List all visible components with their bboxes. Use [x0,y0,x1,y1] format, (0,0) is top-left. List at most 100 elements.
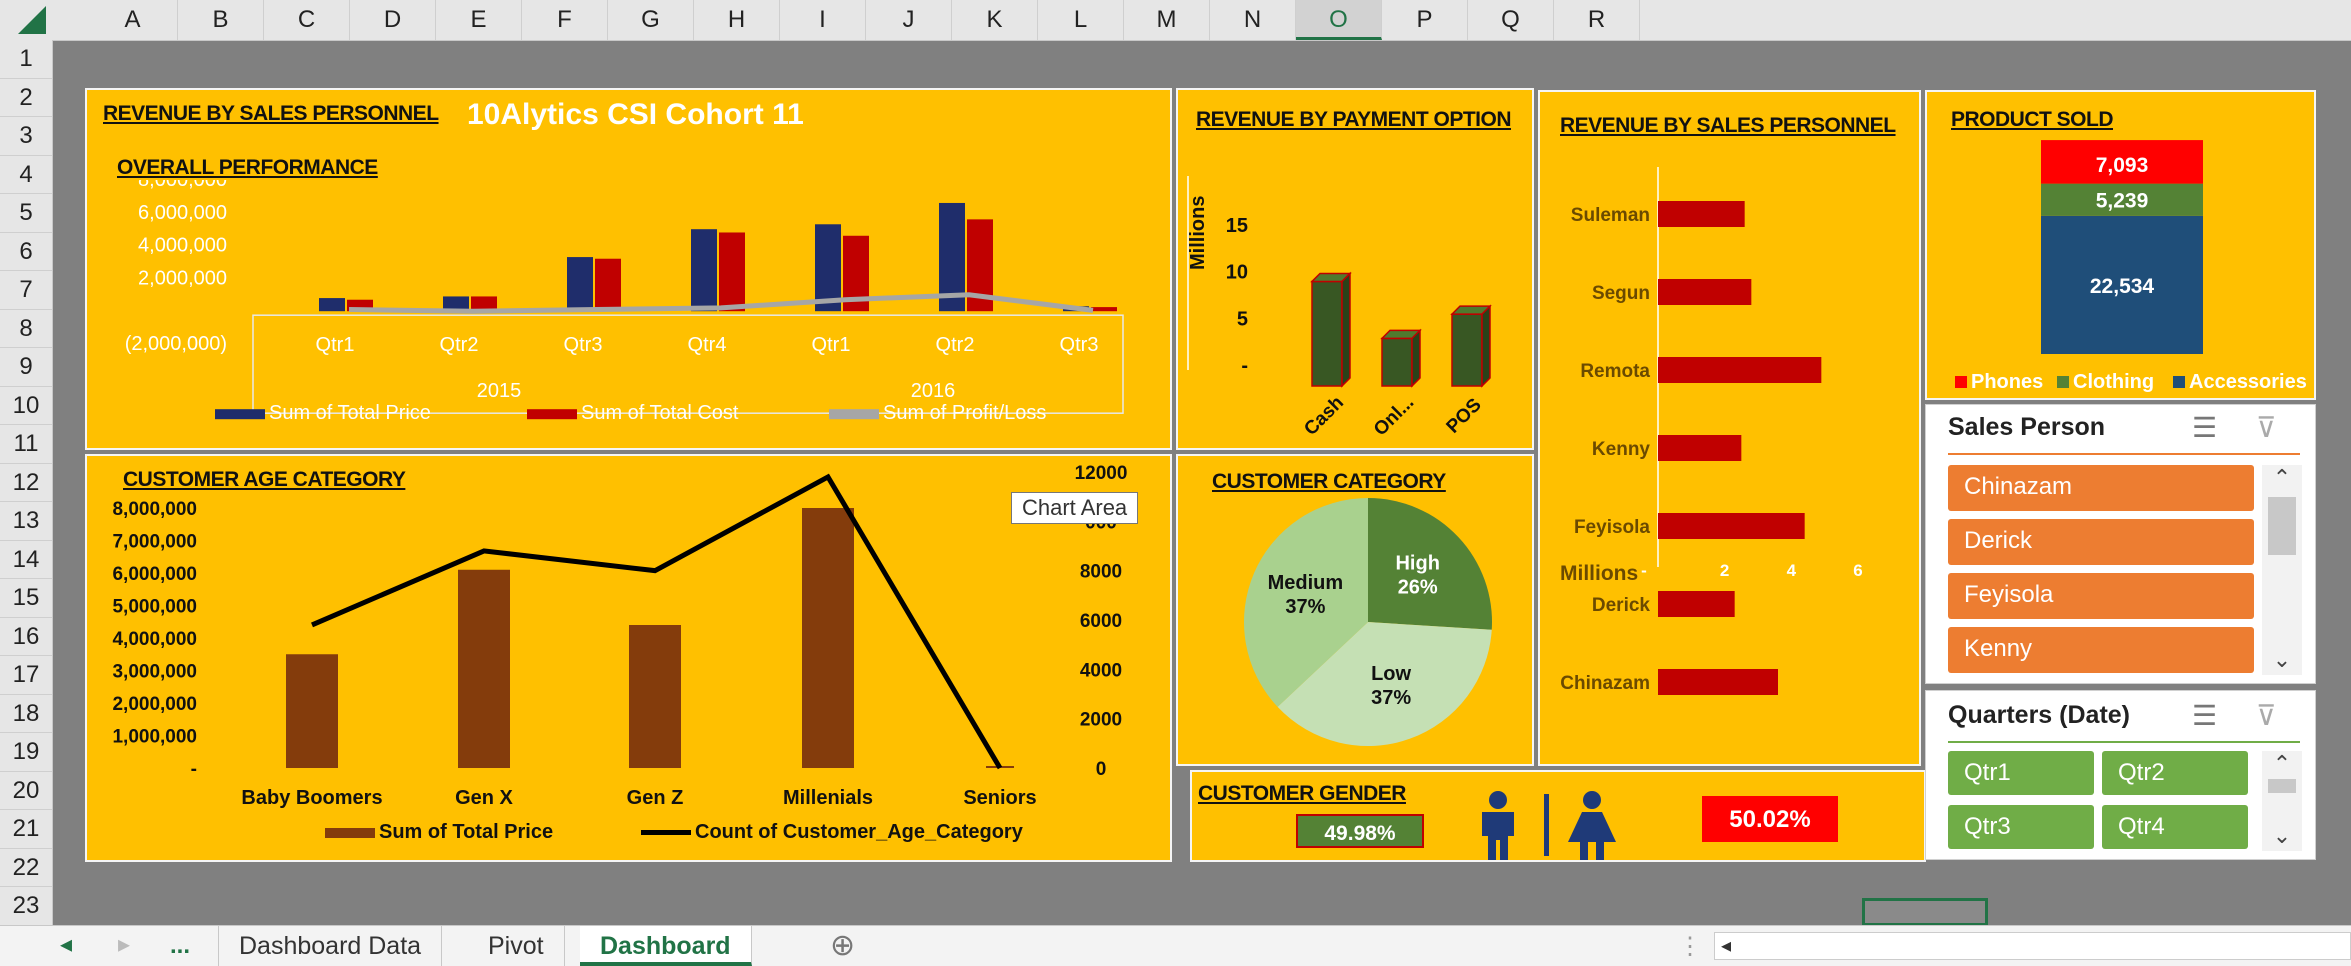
quarters-slicer[interactable]: Quarters (Date) ☰ ⊽ Qtr1 Qtr2 Qtr3 Qtr4 … [1925,690,2316,860]
tab-dashboard[interactable]: Dashboard [580,926,752,966]
scroll-thumb[interactable] [2268,779,2296,793]
column-header-n[interactable]: N [1210,0,1296,40]
row-header-14[interactable]: 14 [0,541,52,579]
sales-personnel-panel[interactable]: REVENUE BY SALES PERSONNEL Suleman Segun R… [1538,90,1921,766]
scroll-down-icon[interactable]: ⌄ [2262,647,2302,673]
quarter-label: Qtr1 [812,334,851,356]
tab-more[interactable]: ... [170,932,190,960]
slicer-scrollbar[interactable]: ⌃ ⌄ [2262,751,2302,851]
slicer-item-feyisola[interactable]: Feyisola [1948,573,2254,619]
hscroll-left-icon[interactable]: ◂ [1721,933,1731,958]
multi-select-icon[interactable]: ☰ [2192,699,2217,732]
tab-pivot[interactable]: Pivot [468,926,565,966]
column-header-d[interactable]: D [350,0,436,40]
scroll-thumb[interactable] [2268,497,2296,555]
row-header-13[interactable]: 13 [0,502,52,541]
payment-option-panel[interactable]: REVENUE BY PAYMENT OPTION Millions 15 10 5 -… [1176,88,1534,450]
column-header-r[interactable]: R [1554,0,1640,40]
column-header-g[interactable]: G [608,0,694,40]
slicer-item-qtr1[interactable]: Qtr1 [1948,751,2094,795]
customer-gender-panel[interactable]: CUSTOMER GENDER 49.98% 50.02% [1190,770,1926,862]
row-header-8[interactable]: 8 [0,310,52,348]
scroll-up-icon[interactable]: ⌃ [2262,751,2302,777]
select-all-corner[interactable] [0,0,52,40]
tab-scroll-left-icon[interactable]: ◂ [60,930,72,959]
row-header-12[interactable]: 12 [0,464,52,502]
active-cell[interactable] [1862,898,1988,926]
customer-category-pie[interactable]: High26%Low37%Medium37% [1178,486,1534,766]
row-header-22[interactable]: 22 [0,849,52,887]
column-header-e[interactable]: E [436,0,522,40]
column-header-a[interactable]: A [88,0,178,40]
row-header-5[interactable]: 5 [0,194,52,233]
row-header-6[interactable]: 6 [0,233,52,271]
row-header-19[interactable]: 19 [0,733,52,772]
column-header-i[interactable]: I [780,0,866,40]
slicer-item-qtr4[interactable]: Qtr4 [2102,805,2248,849]
age-category-label: Seniors [963,787,1036,809]
column-header-k[interactable]: K [952,0,1038,40]
slicer-scrollbar[interactable]: ⌃ ⌄ [2262,465,2302,675]
sales-personnel-chart[interactable]: Suleman Segun Remota Kenny Feyisola Derick Chi… [1540,147,1921,767]
overall-performance-panel[interactable]: REVENUE BY SALES PERSONNEL 10Alytics CSI… [85,88,1172,450]
row-header-21[interactable]: 21 [0,810,52,849]
age-category-label: Gen Z [627,787,684,809]
product-sold-panel[interactable]: PRODUCT SOLD 22,534 5,239 7,093 Phones Cloth… [1925,90,2316,400]
row-header-7[interactable]: 7 [0,271,52,310]
tab-scroll-right-icon[interactable]: ▸ [118,930,130,959]
add-sheet-icon[interactable]: ⊕ [830,928,855,963]
product-sold-chart[interactable]: 22,534 5,239 7,093 Phones Clothing Accessorie… [1927,132,2316,400]
row-header-18[interactable]: 18 [0,695,52,733]
row-header-4[interactable]: 4 [0,156,52,194]
overall-performance-chart[interactable]: 8,000,000 6,000,000 4,000,000 2,000,000 (2,0… [87,180,1172,450]
quarter-label: Qtr4 [688,334,727,356]
row-header-1[interactable]: 1 [0,40,52,79]
row-header-2[interactable]: 2 [0,79,52,117]
column-header-q[interactable]: Q [1468,0,1554,40]
column-header-b[interactable]: B [178,0,264,40]
column-header-h[interactable]: H [694,0,780,40]
multi-select-icon[interactable]: ☰ [2192,411,2217,444]
row-header-10[interactable]: 10 [0,387,52,425]
customer-age-panel[interactable]: CUSTOMER AGE CATEGORY 8,000,000 7,000,000… [85,454,1172,862]
column-header-c[interactable]: C [264,0,350,40]
tab-dashboard-data[interactable]: Dashboard Data [218,926,443,966]
customer-category-panel[interactable]: CUSTOMER CATEGORY High 26% Low 37% Medium 37% [1176,454,1534,766]
age-bar [458,569,510,768]
horizontal-scrollbar[interactable]: ◂ [1714,932,2351,960]
column-header-j[interactable]: J [866,0,952,40]
row-header-11[interactable]: 11 [0,425,52,464]
slicer-item-derick[interactable]: Derick [1948,519,2254,565]
slicer-item-qtr2[interactable]: Qtr2 [2102,751,2248,795]
column-header-o[interactable]: O [1296,0,1382,40]
label-phones: 7,093 [2096,154,2149,177]
payment-option-chart[interactable]: Millions 15 10 5 - Cash Onl... POS [1178,150,1534,450]
column-header-l[interactable]: L [1038,0,1124,40]
clear-filter-icon[interactable]: ⊽ [2256,699,2277,732]
column-header-m[interactable]: M [1124,0,1210,40]
tab-splitter[interactable]: ⋮ [1678,932,1702,961]
row-header-23[interactable]: 23 [0,887,52,926]
age-legend-swatch [325,828,375,838]
row-header-15[interactable]: 15 [0,579,52,618]
row-header-9[interactable]: 9 [0,348,52,387]
column-header-p[interactable]: P [1382,0,1468,40]
scroll-up-icon[interactable]: ⌃ [2262,465,2302,491]
age-category-label: Millenials [783,787,873,809]
sales-person-slicer[interactable]: Sales Person ☰ ⊽ Chinazam Derick Feyisol… [1925,404,2316,684]
column-header-f[interactable]: F [522,0,608,40]
legend-swatch [527,409,577,420]
row-header-16[interactable]: 16 [0,618,52,656]
row-header-20[interactable]: 20 [0,772,52,810]
row-header-17[interactable]: 17 [0,656,52,695]
slicer-item-kenny[interactable]: Kenny [1948,627,2254,673]
slicer-item-chinazam[interactable]: Chinazam [1948,465,2254,511]
slicer-item-qtr3[interactable]: Qtr3 [1948,805,2094,849]
age-y-right-tick: 6000 [1080,611,1122,632]
age-bar [802,508,854,768]
legend-swatch [829,409,879,420]
clear-filter-icon[interactable]: ⊽ [2256,411,2277,444]
scroll-down-icon[interactable]: ⌄ [2262,823,2302,849]
customer-age-chart[interactable]: 8,000,000 7,000,000 6,000,000 5,000,000 4,00… [87,456,1172,862]
row-header-3[interactable]: 3 [0,117,52,156]
